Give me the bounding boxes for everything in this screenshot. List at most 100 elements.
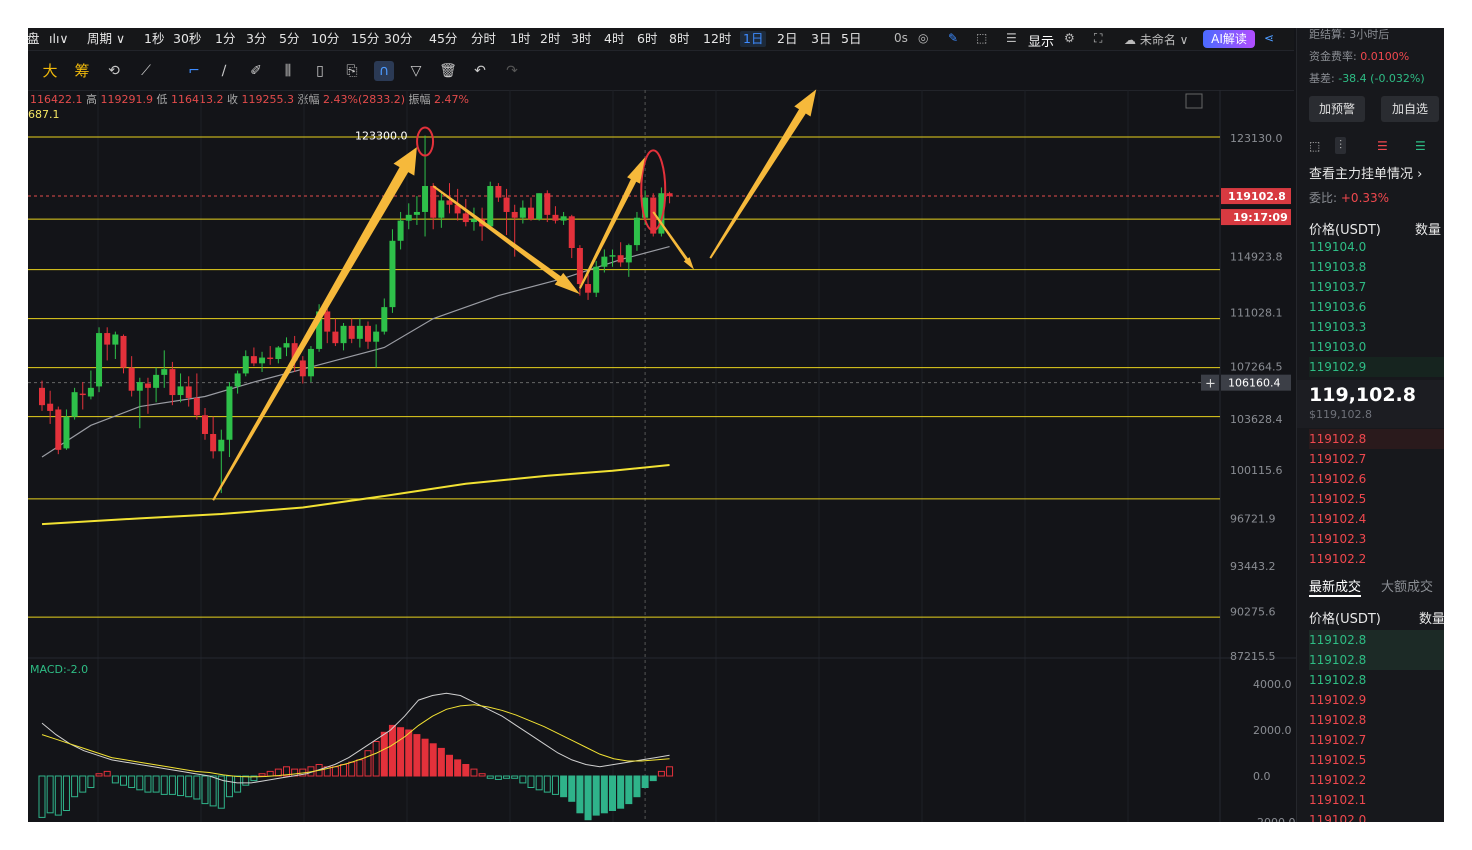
bid-row[interactable]: 119102.7 xyxy=(1309,449,1444,469)
candle-body xyxy=(405,214,412,221)
ask-row[interactable]: 119103.8 xyxy=(1309,257,1444,277)
macd-histogram-bar xyxy=(397,727,405,777)
macd-histogram-bar xyxy=(551,775,559,795)
basis: 基差: -38.4 (-0.032%) xyxy=(1309,72,1425,85)
candle-body xyxy=(511,211,518,218)
add-alert-button[interactable]: 加预警 xyxy=(1309,96,1365,122)
trade-row: 119102.9 xyxy=(1309,693,1367,707)
trading-app: 盘 ılı∨ 周期 ∨ 1秒 30秒 1分 3分 5分 10分 15分 30分 45分 分时 1时 2… xyxy=(28,28,1444,822)
candle-body xyxy=(120,335,127,368)
price-axis-tick: 100115.6 xyxy=(1230,464,1283,477)
candle-body xyxy=(136,382,143,391)
bid-row[interactable]: 119102.6 xyxy=(1309,469,1444,489)
macd-histogram-bar xyxy=(160,775,168,795)
candle-body xyxy=(373,331,380,342)
macd-histogram-bar xyxy=(356,759,364,777)
add-watchlist-button[interactable]: 加自选 xyxy=(1381,96,1439,122)
macd-histogram-bar xyxy=(486,775,494,779)
trades-header-qty: 数量 xyxy=(1419,612,1444,627)
macd-histogram-bar xyxy=(380,731,388,777)
book-sell-icon[interactable]: ☰ xyxy=(1377,139,1388,153)
candle-body xyxy=(617,255,624,263)
macd-label: MACD:-2.0 xyxy=(30,663,88,676)
ask-row[interactable]: 119103.0 xyxy=(1309,337,1444,357)
candle-body xyxy=(104,333,111,345)
ask-row[interactable]: 119102.9 xyxy=(1309,357,1444,377)
arrow-projection-up xyxy=(709,89,817,259)
bid-row[interactable]: 119102.4 xyxy=(1309,509,1444,529)
macd-histogram-bar xyxy=(511,775,519,779)
candle-body xyxy=(422,186,429,212)
book-buy-icon[interactable]: ☰ xyxy=(1415,139,1426,153)
last-price-tag: 119102.8 xyxy=(1228,190,1286,203)
candle-body xyxy=(365,325,371,342)
ask-row[interactable]: 119104.0 xyxy=(1309,237,1444,257)
macd-histogram-bar xyxy=(543,775,551,793)
macd-dea-line xyxy=(41,704,670,778)
candle-body xyxy=(340,325,347,344)
candle-body xyxy=(144,383,151,388)
commission-ratio: 委比: +0.33% xyxy=(1309,191,1390,205)
candle-body xyxy=(528,207,534,220)
macd-histogram-bar xyxy=(168,775,176,795)
countdown-tag: 19:17:09 xyxy=(1233,211,1288,224)
peak-price-label: 123300.0 xyxy=(355,130,408,143)
book-both-icon[interactable]: ⫶ xyxy=(1335,137,1347,154)
macd-histogram-bar xyxy=(103,770,111,777)
macd-histogram-bar xyxy=(494,775,502,780)
macd-histogram-bar xyxy=(258,773,266,777)
trade-row: 119102.7 xyxy=(1309,733,1367,747)
macd-histogram-bar xyxy=(576,775,584,814)
candle-body xyxy=(210,433,217,452)
price-chart[interactable]: MACD:-2.0 123300.0 123130.0 114923.8 11102… xyxy=(28,28,1296,822)
macd-histogram-bar xyxy=(71,775,79,798)
candle-body xyxy=(47,403,54,411)
macd-histogram-bar xyxy=(405,729,413,777)
candle-body xyxy=(568,216,575,249)
macd-histogram-bar xyxy=(79,775,87,793)
price-axis-tick: 111028.1 xyxy=(1230,306,1283,319)
trades-header-price: 价格(USDT) xyxy=(1309,612,1381,627)
macd-histogram-bar xyxy=(641,775,649,788)
bid-row[interactable]: 119102.5 xyxy=(1309,489,1444,509)
bid-row[interactable]: 119102.8 xyxy=(1309,429,1444,449)
candle-body xyxy=(193,397,200,416)
expand-icon xyxy=(1185,93,1203,109)
tab-large-trades[interactable]: 大额成交 xyxy=(1381,576,1433,595)
candle-body xyxy=(389,240,396,308)
candle-body xyxy=(356,325,363,339)
macd-histogram-bar xyxy=(128,775,136,788)
macd-histogram-bar xyxy=(446,754,453,777)
bid-row[interactable]: 119102.2 xyxy=(1309,549,1444,569)
main-orders-link[interactable]: 查看主力挂单情况 › xyxy=(1309,163,1422,182)
macd-histogram-bar xyxy=(120,775,127,786)
last-price: 119,102.8 xyxy=(1309,384,1416,406)
macd-histogram-bar xyxy=(568,775,576,802)
macd-histogram-bar xyxy=(535,775,543,791)
bid-row[interactable]: 119102.3 xyxy=(1309,529,1444,549)
macd-histogram-bar xyxy=(454,759,462,777)
macd-histogram-bar xyxy=(266,770,274,777)
candle-body xyxy=(438,200,445,218)
candle-body xyxy=(283,343,290,348)
candle-body xyxy=(332,331,339,344)
ask-row[interactable]: 119103.6 xyxy=(1309,297,1444,317)
macd-histogram-bar xyxy=(413,734,421,777)
macd-histogram-bar xyxy=(600,775,608,814)
macd-histogram-bar xyxy=(348,761,356,777)
tab-latest-trades[interactable]: 最新成交 xyxy=(1309,576,1362,597)
ask-row[interactable]: 119103.3 xyxy=(1309,317,1444,337)
price-axis-tick: 114923.8 xyxy=(1230,250,1283,263)
last-price-usd: $119,102.8 xyxy=(1309,408,1372,421)
macd-histogram-bar xyxy=(429,743,437,777)
macd-histogram-bar xyxy=(331,766,339,777)
macd-histogram-bar xyxy=(95,773,103,777)
candle-body xyxy=(250,356,257,364)
macd-histogram-bar xyxy=(592,775,600,816)
ask-row[interactable]: 119103.7 xyxy=(1309,277,1444,297)
candle-body xyxy=(185,386,192,398)
macd-histogram-bar xyxy=(185,775,193,798)
candle-body xyxy=(153,374,160,388)
book-view-icon[interactable]: ⬚ xyxy=(1309,139,1320,153)
candle-body xyxy=(633,217,640,246)
